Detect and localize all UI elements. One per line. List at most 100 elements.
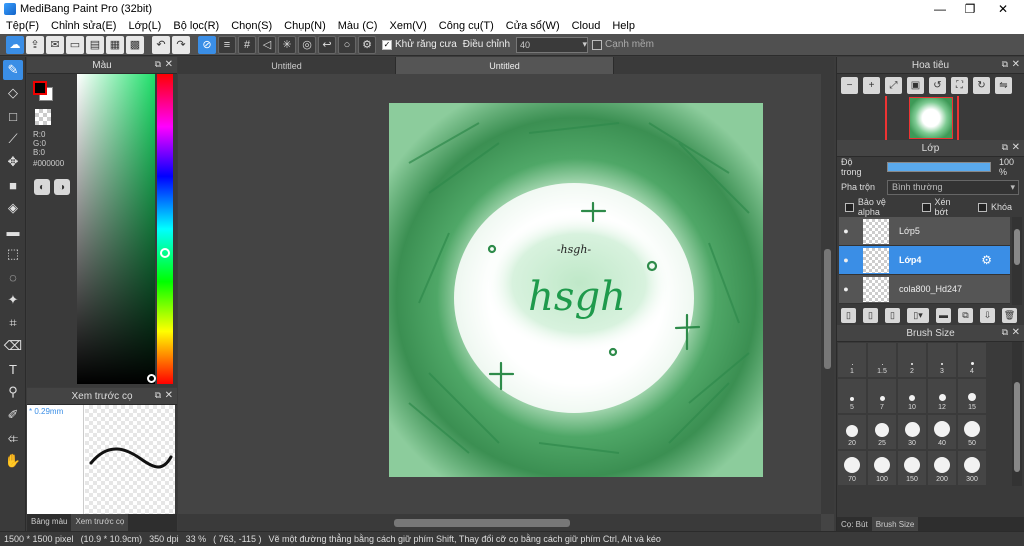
brush-size-option[interactable]: 40 xyxy=(927,414,957,450)
close-button[interactable]: ✕ xyxy=(988,0,1018,17)
brush-size-option[interactable]: 150 xyxy=(897,450,927,486)
menu-filter[interactable]: Bộ lọc(R) xyxy=(167,20,225,32)
magic-wand-icon[interactable]: ✦ xyxy=(3,290,23,310)
color-picker-knob[interactable] xyxy=(147,374,156,383)
brush-size-option[interactable]: 2 xyxy=(897,342,927,378)
adjust-select[interactable]: 40 ▾ xyxy=(516,36,589,53)
lasso-tool-icon[interactable]: ◌ xyxy=(3,267,23,287)
visibility-icon[interactable]: ● xyxy=(839,255,853,265)
radial-snap-icon[interactable]: ✳ xyxy=(278,35,296,54)
hue-slider-knob[interactable] xyxy=(160,248,170,258)
clipping-option[interactable]: Xén bớt xyxy=(921,197,966,217)
blur-tool-icon[interactable]: ✐ xyxy=(3,405,23,425)
foreground-color-swatch[interactable] xyxy=(33,81,47,95)
canvas-viewport[interactable]: -hsgh- hsgh xyxy=(178,74,821,514)
reset-icon[interactable]: ⛶ xyxy=(951,76,968,94)
menu-select[interactable]: Chọn(S) xyxy=(225,20,278,32)
line-tool-icon[interactable]: ⟋ xyxy=(3,129,23,149)
lock-option[interactable]: Khóa xyxy=(977,202,1012,212)
parallel-snap-icon[interactable]: ≡ xyxy=(218,35,236,54)
menu-tools[interactable]: Công cụ(T) xyxy=(433,20,500,32)
brush-size-option[interactable]: 1.5 xyxy=(867,342,897,378)
menu-help[interactable]: Help xyxy=(606,20,641,32)
undo-icon[interactable]: ↶ xyxy=(152,35,170,54)
menu-capture[interactable]: Chụp(N) xyxy=(278,20,332,32)
maximize-button[interactable]: ❐ xyxy=(955,0,985,17)
detach-icon[interactable]: ⧉ xyxy=(155,390,161,401)
rotate-left-icon[interactable]: ↺ xyxy=(929,76,946,94)
brush-size-option[interactable]: 15 xyxy=(957,378,987,414)
rotate-right-icon[interactable]: ↻ xyxy=(973,76,990,94)
cloud-icon[interactable]: ☁ xyxy=(6,35,24,54)
tab-document-2[interactable]: Untitled xyxy=(396,57,614,74)
menu-view[interactable]: Xem(V) xyxy=(383,20,432,32)
cross-snap-icon[interactable]: # xyxy=(238,35,256,54)
menu-edit[interactable]: Chỉnh sửa(E) xyxy=(45,20,122,32)
detach-icon[interactable]: ⧉ xyxy=(155,59,161,70)
brush-size-option[interactable]: 10 xyxy=(897,378,927,414)
brush-size-scrollbar[interactable] xyxy=(1012,342,1022,486)
minimize-button[interactable]: — xyxy=(925,0,955,17)
close-icon[interactable]: ✕ xyxy=(1012,327,1020,338)
bucket-tool-icon[interactable]: ◈ xyxy=(3,198,23,218)
tab-document-1[interactable]: Untitled xyxy=(178,57,396,74)
zoom-out-icon[interactable]: − xyxy=(841,76,858,94)
layer-item[interactable]: ● cola800_Hd247 xyxy=(839,275,1010,304)
page-icon[interactable]: ▤ xyxy=(86,35,104,54)
vertical-scrollbar[interactable] xyxy=(821,74,834,514)
antialias-checkbox[interactable]: ✓ xyxy=(382,39,392,50)
zoom-in-icon[interactable]: + xyxy=(863,76,880,94)
brush-size-option[interactable]: 5 xyxy=(837,378,867,414)
menu-layer[interactable]: Lớp(L) xyxy=(122,20,167,32)
color-wheel-icon[interactable]: ◑ xyxy=(54,179,70,195)
operation-tool-icon[interactable]: ⚲ xyxy=(3,382,23,402)
layer-item[interactable]: ● Lớp5 xyxy=(839,217,1010,246)
text-tool-icon[interactable]: T xyxy=(3,359,23,379)
brush-size-option[interactable]: 50 xyxy=(957,414,987,450)
select-tool-icon[interactable]: ⬚ xyxy=(3,244,23,264)
detach-icon[interactable]: ⧉ xyxy=(1002,142,1008,153)
actual-size-icon[interactable]: ▣ xyxy=(907,76,924,94)
brush-size-option[interactable]: 4 xyxy=(957,342,987,378)
panels-icon[interactable]: ▦ xyxy=(106,35,124,54)
upload-icon[interactable]: ⇪ xyxy=(26,35,44,54)
hue-slider[interactable] xyxy=(157,74,173,384)
menu-cloud[interactable]: Cloud xyxy=(566,20,607,32)
visibility-icon[interactable]: ● xyxy=(839,226,853,236)
menu-window[interactable]: Cửa sổ(W) xyxy=(500,20,566,32)
redo-icon[interactable]: ↷ xyxy=(172,35,190,54)
saturation-value-picker[interactable] xyxy=(77,74,155,384)
brush-size-option[interactable]: 12 xyxy=(927,378,957,414)
move-tool-icon[interactable]: ✥ xyxy=(3,152,23,172)
brush-size-option[interactable]: 7 xyxy=(867,378,897,414)
new-layer-menu-icon[interactable]: ▯▾ xyxy=(907,307,929,323)
tab-brush-size[interactable]: Brush Size xyxy=(871,517,919,531)
snap-settings-icon[interactable]: ⚙ xyxy=(358,35,376,54)
opacity-slider[interactable] xyxy=(886,162,991,172)
detach-icon[interactable]: ⧉ xyxy=(1002,327,1008,338)
vanish-snap-icon[interactable]: ◁ xyxy=(258,35,276,54)
tab-brush[interactable]: Cọ: Bút xyxy=(837,517,872,531)
eraser-tool-icon[interactable]: ◇ xyxy=(3,83,23,103)
brush-size-option[interactable]: 20 xyxy=(837,414,867,450)
new-layer-icon[interactable]: ▯ xyxy=(841,307,856,323)
circle-snap-icon[interactable]: ◎ xyxy=(298,35,316,54)
palette-icon[interactable]: ◐ xyxy=(34,179,50,195)
curve-snap-icon[interactable]: ↩ xyxy=(318,35,336,54)
snap-off-icon[interactable]: ⊘ xyxy=(198,35,216,54)
brush-size-option[interactable]: 100 xyxy=(867,450,897,486)
flip-icon[interactable]: ⇋ xyxy=(995,76,1012,94)
brush-size-option[interactable]: 70 xyxy=(837,450,867,486)
brush-tool-icon[interactable]: ✎ xyxy=(3,60,23,80)
duplicate-layer-icon[interactable]: ⧉ xyxy=(958,307,973,323)
protect-alpha-option[interactable]: Bảo vệ alpha xyxy=(845,197,910,217)
close-icon[interactable]: ✕ xyxy=(165,59,173,70)
select-eraser-icon[interactable]: ⌫ xyxy=(3,336,23,356)
brush-size-option[interactable]: 300 xyxy=(957,450,987,486)
horizontal-scrollbar[interactable] xyxy=(178,514,821,531)
eyedropper-tool-icon[interactable]: ⤂ xyxy=(3,428,23,448)
layer-item-selected[interactable]: ● Lớp4 ⚙ xyxy=(839,246,1010,275)
fill-rect-tool-icon[interactable]: ■ xyxy=(3,175,23,195)
new-1bit-layer-icon[interactable]: ▯ xyxy=(885,307,900,323)
brush-size-option[interactable]: 200 xyxy=(927,450,957,486)
